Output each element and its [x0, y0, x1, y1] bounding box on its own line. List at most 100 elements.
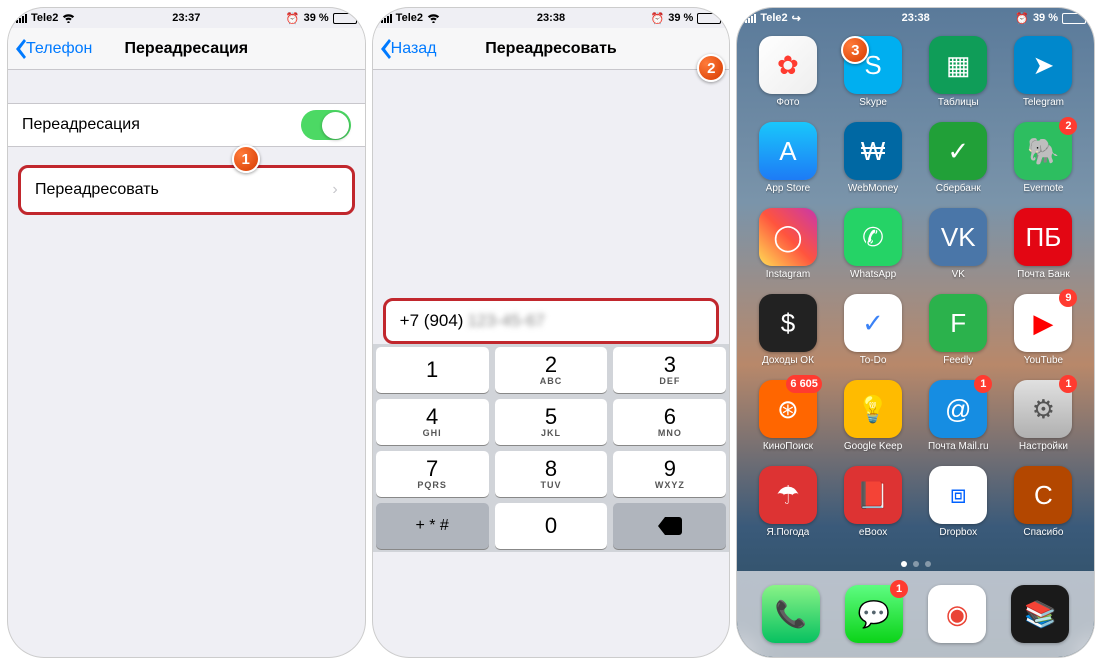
app-Сбербанк[interactable]: ✓ Сбербанк — [922, 122, 995, 194]
key-7[interactable]: 7PQRS — [376, 451, 489, 497]
app-Evernote[interactable]: 🐘2Evernote — [1007, 122, 1080, 194]
signal-icon — [381, 13, 392, 23]
status-bar: Tele2 ↪ 23:38 ⏰ 39 % — [737, 8, 1094, 28]
app-label: YouTube — [1024, 355, 1063, 366]
status-time: 23:38 — [902, 12, 930, 24]
app-Фото[interactable]: ✿Фото — [751, 36, 824, 108]
app-Google Keep[interactable]: 💡Google Keep — [837, 380, 910, 452]
carrier-label: Tele2 — [396, 12, 423, 24]
callout-1: 1 — [232, 145, 260, 173]
app-icon: $ — [759, 294, 817, 352]
callout-2: 2 — [697, 54, 725, 82]
app-Настройки[interactable]: ⚙1Настройки — [1007, 380, 1080, 452]
app-Таблицы[interactable]: ▦Таблицы — [922, 36, 995, 108]
chevron-left-icon — [14, 39, 26, 59]
page-indicator[interactable] — [737, 561, 1094, 567]
app-label: Dropbox — [939, 527, 977, 538]
number-blurred: 123-45-67 — [467, 311, 545, 331]
badge: 9 — [1059, 289, 1077, 307]
app-label: Спасибо — [1023, 527, 1063, 538]
app-label: Сбербанк — [936, 183, 981, 194]
app-label: Feedly — [943, 355, 973, 366]
back-button[interactable]: Телефон — [14, 39, 92, 59]
app-Dropbox[interactable]: ⧈Dropbox — [922, 466, 995, 538]
app-label: Skype — [859, 97, 887, 108]
key-8[interactable]: 8TUV — [495, 451, 608, 497]
key-symbols[interactable]: + * # — [376, 503, 489, 549]
app-icon: ₩ — [844, 122, 902, 180]
key-backspace[interactable] — [613, 503, 726, 549]
status-time: 23:38 — [537, 12, 565, 24]
app-icon: ПБ — [1014, 208, 1072, 266]
forward-to-label: Переадресовать — [35, 181, 159, 199]
app-label: Почта Банк — [1017, 269, 1070, 280]
app-VK[interactable]: VKVK — [922, 208, 995, 280]
back-button[interactable]: Назад — [379, 39, 437, 59]
back-label: Назад — [391, 40, 437, 58]
app-App Store[interactable]: AApp Store — [751, 122, 824, 194]
key-2[interactable]: 2ABC — [495, 347, 608, 393]
app-WebMoney[interactable]: ₩WebMoney — [837, 122, 910, 194]
signal-icon — [16, 13, 27, 23]
app-WhatsApp[interactable]: ✆WhatsApp — [837, 208, 910, 280]
app-label: Настройки — [1019, 441, 1068, 452]
battery-percent: 39 % — [304, 12, 329, 24]
key-1[interactable]: 1 — [376, 347, 489, 393]
app-Спасибо[interactable]: С Спасибо — [1007, 466, 1080, 538]
wifi-icon — [427, 13, 440, 23]
app-eBoox[interactable]: 📕eBoox — [837, 466, 910, 538]
phone-number-input[interactable]: +7 (904) 123-45-67 — [386, 301, 717, 341]
app-Instagram[interactable]: ◯Instagram — [751, 208, 824, 280]
dock-app[interactable]: 📞 — [762, 585, 820, 643]
alarm-icon: ⏰ — [286, 12, 300, 25]
status-bar: Tele2 23:37 ⏰ 39 % — [8, 8, 365, 28]
highlight-number-field: +7 (904) 123-45-67 — [383, 298, 720, 344]
app-icon: ➤ — [1014, 36, 1072, 94]
key-3[interactable]: 3DEF — [613, 347, 726, 393]
key-5[interactable]: 5JKL — [495, 399, 608, 445]
screen-1-call-forwarding-settings: Tele2 23:37 ⏰ 39 % Телефон Переадресация… — [8, 8, 365, 657]
app-Telegram[interactable]: ➤ Telegram — [1007, 36, 1080, 108]
badge: 1 — [890, 580, 908, 598]
app-YouTube[interactable]: ▶9YouTube — [1007, 294, 1080, 366]
app-label: To-Do — [860, 355, 887, 366]
app-label: Я.Погода — [766, 527, 809, 538]
app-Feedly[interactable]: F Feedly — [922, 294, 995, 366]
app-КиноПоиск[interactable]: ⊛6 605 КиноПоиск — [751, 380, 824, 452]
app-Я.Погода[interactable]: ☂Я.Погода — [751, 466, 824, 538]
home-screen-grid: ✿ФотоSSkype▦Таблицы➤TelegramAApp Store₩W… — [737, 28, 1094, 538]
back-label: Телефон — [26, 40, 92, 58]
dock-app[interactable]: 💬1 — [845, 585, 903, 643]
page-title: Переадресация — [125, 40, 249, 58]
app-label: КиноПоиск — [763, 441, 813, 452]
app-icon: ⊛6 605 — [759, 380, 817, 438]
app-icon: F — [929, 294, 987, 352]
app-Почта Mail.ru[interactable]: @1Почта Mail.ru — [922, 380, 995, 452]
app-Доходы ОК[interactable]: $Доходы ОК — [751, 294, 824, 366]
battery-percent: 39 % — [668, 12, 693, 24]
app-label: Google Keep — [844, 441, 902, 452]
app-icon: С — [1014, 466, 1072, 524]
backspace-icon — [658, 517, 682, 535]
app-icon: A — [759, 122, 817, 180]
app-label: VK — [952, 269, 965, 280]
forward-to-row[interactable]: Переадресовать › — [21, 168, 352, 212]
app-label: Фото — [776, 97, 799, 108]
forwarding-toggle-row: Переадресация — [8, 103, 365, 147]
key-9[interactable]: 9WXYZ — [613, 451, 726, 497]
app-To-Do[interactable]: ✓To-Do — [837, 294, 910, 366]
app-Почта Банк[interactable]: ПБ Почта Банк — [1007, 208, 1080, 280]
key-4[interactable]: 4GHI — [376, 399, 489, 445]
key-6[interactable]: 6MNO — [613, 399, 726, 445]
app-icon: ✓ — [929, 122, 987, 180]
forwarding-toggle[interactable] — [301, 110, 351, 140]
chevron-right-icon: › — [332, 181, 337, 199]
app-label: Telegram — [1023, 97, 1064, 108]
key-0[interactable]: 0 — [495, 503, 608, 549]
nav-bar: Назад Переадресовать — [373, 28, 730, 70]
badge: 6 605 — [786, 375, 822, 393]
dock-app[interactable]: 📚 — [1011, 585, 1069, 643]
app-icon: ▦ — [929, 36, 987, 94]
dock-app[interactable]: ◉ — [928, 585, 986, 643]
battery-icon — [333, 13, 357, 24]
